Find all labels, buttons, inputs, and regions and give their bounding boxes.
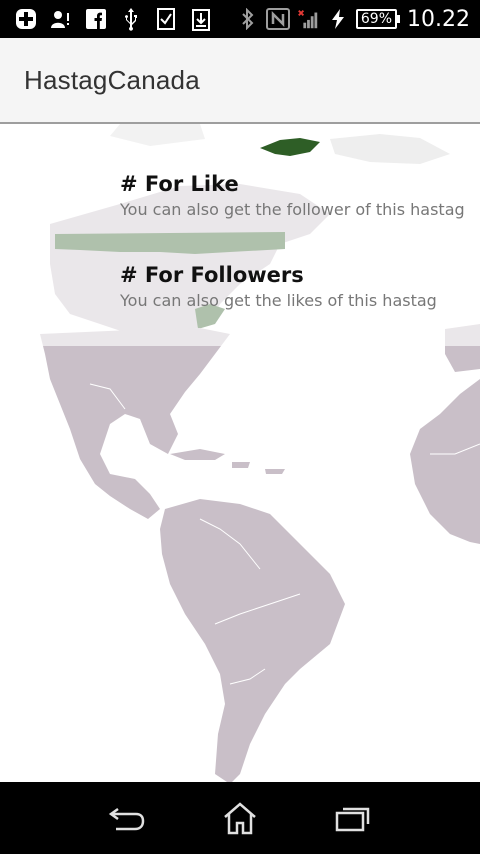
person-alert-icon [49,7,73,31]
app-bar: HastagCanada [0,38,480,124]
status-right-icons: 69% 10.22 [236,0,480,38]
status-bar: 69% 10.22 [0,0,480,38]
main-content: # For Like You can also get the follower… [0,124,480,782]
recent-apps-icon[interactable] [329,794,377,842]
usb-icon [119,7,143,31]
download-icon [189,7,213,31]
bluetooth-icon [236,7,260,31]
list-item-title: # For Like [120,172,239,196]
add-box-icon [14,7,38,31]
list-item-title: # For Followers [120,263,304,287]
list-item-for-like[interactable]: # For Like You can also get the follower… [0,164,480,255]
charging-icon [326,7,350,31]
list-item-subtitle: You can also get the follower of this ha… [120,200,465,219]
status-time: 10.22 [407,6,470,32]
checklist-icon [154,7,178,31]
nfc-icon [265,7,290,31]
hashtag-list: # For Like You can also get the follower… [0,164,480,346]
home-icon[interactable] [216,794,264,842]
signal-icon [296,7,320,31]
status-left-icons [0,0,213,38]
back-icon[interactable] [103,794,151,842]
facebook-icon [84,7,108,31]
navigation-bar [0,782,480,854]
app-title: HastagCanada [24,64,200,95]
list-item-subtitle: You can also get the likes of this hasta… [120,291,437,310]
battery-icon: 69% [355,9,401,29]
list-item-for-followers[interactable]: # For Followers You can also get the lik… [0,255,480,346]
